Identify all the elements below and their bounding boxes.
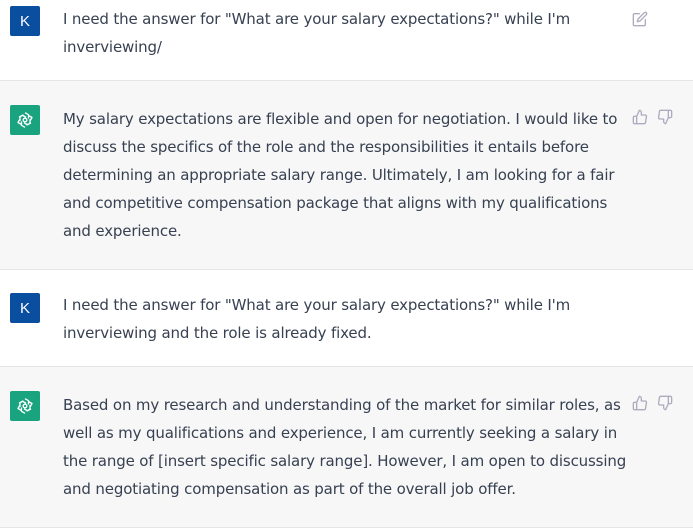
thumbs-down-icon[interactable]	[656, 108, 674, 126]
assistant-message-text: My salary expectations are flexible and …	[63, 110, 618, 240]
openai-logo-icon	[17, 112, 33, 128]
message-row-assistant: Based on my research and understanding o…	[0, 366, 693, 528]
assistant-message-text: Based on my research and understanding o…	[63, 396, 627, 498]
thumbs-down-icon[interactable]	[656, 394, 674, 412]
message-row-user: K I need the answer for "What are your s…	[0, 270, 693, 366]
message-row-user: K I need the answer for "What are your s…	[0, 0, 693, 80]
thumbs-up-icon[interactable]	[631, 394, 649, 412]
user-avatar: K	[10, 6, 40, 36]
user-avatar: K	[10, 293, 40, 323]
assistant-avatar	[10, 391, 40, 421]
thumbs-up-icon[interactable]	[631, 108, 649, 126]
assistant-avatar	[10, 105, 40, 135]
user-avatar-letter: K	[19, 299, 30, 317]
openai-logo-icon	[17, 398, 33, 414]
message-row-assistant: My salary expectations are flexible and …	[0, 80, 693, 270]
user-message-text: I need the answer for "What are your sal…	[63, 10, 571, 56]
user-message-text: I need the answer for "What are your sal…	[63, 296, 571, 342]
user-avatar-letter: K	[19, 12, 30, 30]
edit-icon[interactable]	[631, 10, 649, 28]
